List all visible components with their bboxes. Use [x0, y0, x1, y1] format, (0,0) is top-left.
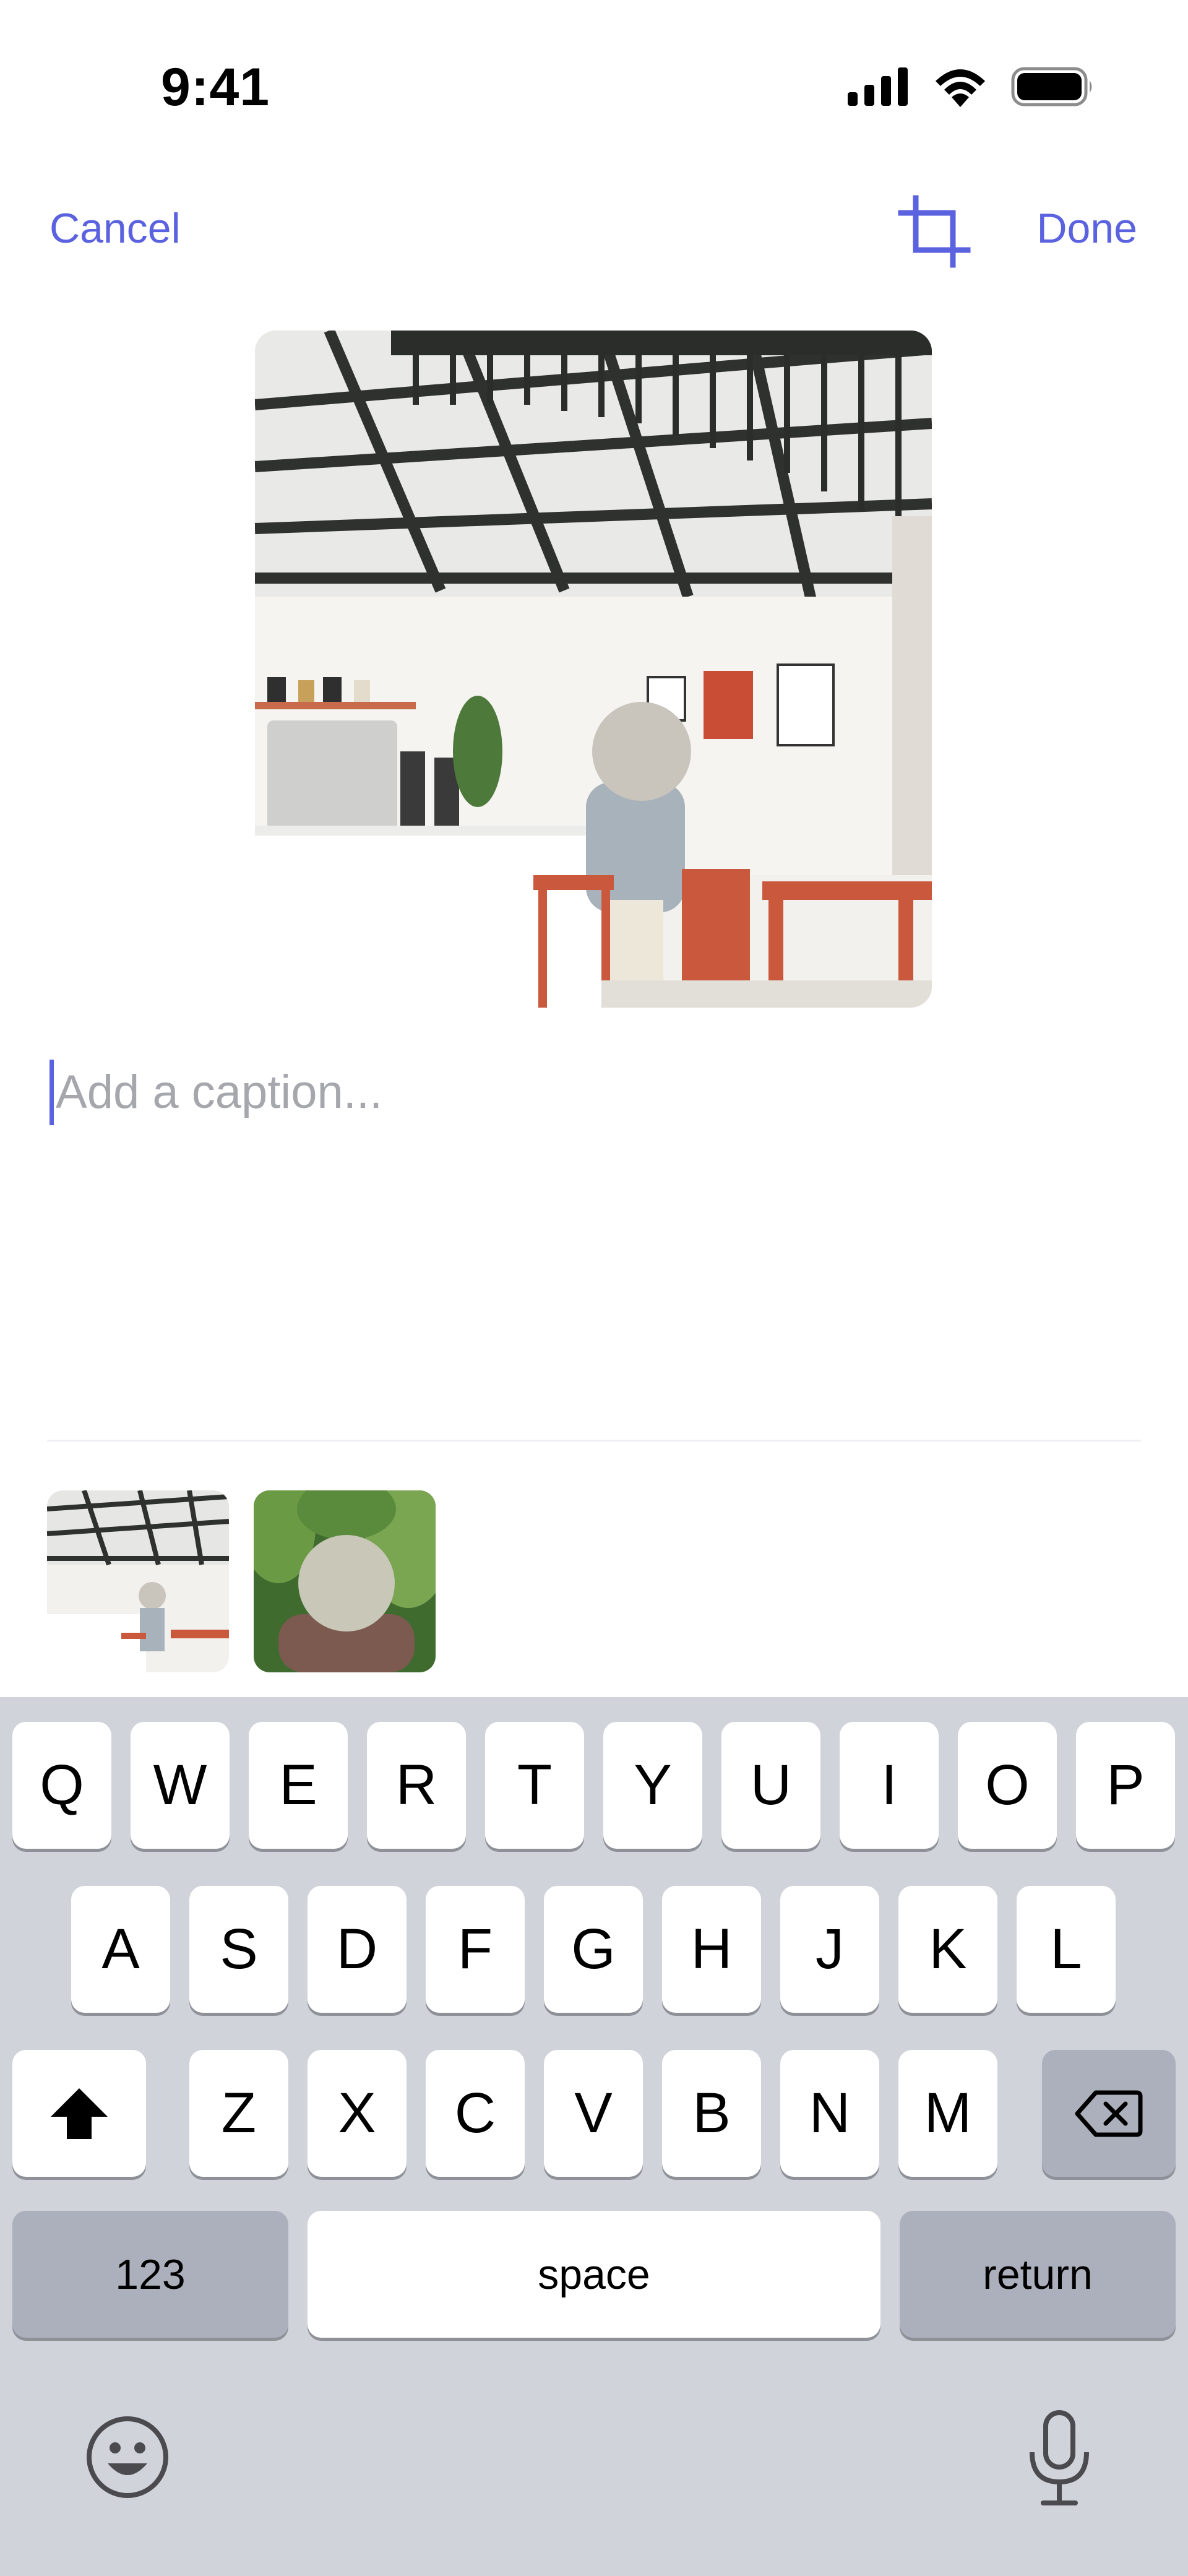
thumbnail-strip	[47, 1490, 436, 1672]
space-key[interactable]: space	[308, 2211, 880, 2338]
numbers-key[interactable]: 123	[12, 2211, 288, 2338]
wifi-icon	[936, 69, 985, 107]
crop-button[interactable]	[897, 194, 971, 269]
status-bar: 9:41	[0, 0, 1188, 142]
nav-bar: Cancel Done	[0, 186, 1188, 285]
key-e[interactable]: E	[249, 1722, 348, 1849]
key-y[interactable]: Y	[603, 1722, 702, 1849]
crop-icon	[898, 195, 971, 268]
plants-portrait-photo	[254, 1490, 436, 1672]
key-q[interactable]: Q	[12, 1722, 111, 1849]
status-icons	[848, 62, 1095, 111]
key-h[interactable]: H	[662, 1886, 761, 2013]
key-i[interactable]: I	[840, 1722, 939, 1849]
key-m[interactable]: M	[898, 2050, 997, 2177]
cafe-interior-photo	[255, 331, 932, 1008]
key-v[interactable]: V	[544, 2050, 643, 2177]
key-j[interactable]: J	[780, 1886, 879, 2013]
thumbnail-1[interactable]	[47, 1490, 229, 1672]
key-a[interactable]: A	[71, 1886, 170, 2013]
key-u[interactable]: U	[721, 1722, 820, 1849]
key-k[interactable]: K	[898, 1886, 997, 2013]
return-key[interactable]: return	[900, 2211, 1176, 2338]
dictation-button[interactable]	[1022, 2409, 1096, 2508]
keyboard: Q W E R T Y U I O P A S D F G H J K L Z …	[0, 1697, 1188, 2576]
done-button[interactable]: Done	[1036, 204, 1137, 253]
key-w[interactable]: W	[131, 1722, 230, 1849]
key-f[interactable]: F	[426, 1886, 525, 2013]
key-g[interactable]: G	[544, 1886, 643, 2013]
divider	[47, 1440, 1141, 1441]
battery-icon	[1011, 67, 1092, 106]
key-s[interactable]: S	[189, 1886, 288, 2013]
key-b[interactable]: B	[662, 2050, 761, 2177]
shift-icon	[51, 2088, 108, 2139]
signal-icon	[848, 67, 908, 106]
emoji-icon	[87, 2416, 168, 2498]
cancel-button[interactable]: Cancel	[50, 204, 181, 253]
key-r[interactable]: R	[367, 1722, 466, 1849]
caption-placeholder: Add a caption...	[56, 1066, 383, 1118]
status-time: 9:41	[161, 58, 270, 117]
key-t[interactable]: T	[485, 1722, 584, 1849]
key-l[interactable]: L	[1017, 1886, 1116, 2013]
photo-preview[interactable]	[255, 331, 932, 1008]
key-z[interactable]: Z	[189, 2050, 288, 2177]
key-x[interactable]: X	[308, 2050, 407, 2177]
microphone-icon	[1030, 2410, 1089, 2505]
delete-icon	[1075, 2090, 1143, 2137]
caption-input[interactable]: Add a caption...	[50, 1052, 1138, 1133]
key-d[interactable]: D	[308, 1886, 407, 2013]
cafe-interior-photo	[47, 1490, 229, 1672]
key-o[interactable]: O	[958, 1722, 1057, 1849]
emoji-button[interactable]	[84, 2414, 171, 2500]
thumbnail-2[interactable]	[254, 1490, 436, 1672]
key-n[interactable]: N	[780, 2050, 879, 2177]
key-p[interactable]: P	[1076, 1722, 1175, 1849]
shift-key[interactable]	[12, 2050, 146, 2177]
delete-key[interactable]	[1042, 2050, 1176, 2177]
key-c[interactable]: C	[426, 2050, 525, 2177]
text-cursor	[50, 1060, 54, 1125]
